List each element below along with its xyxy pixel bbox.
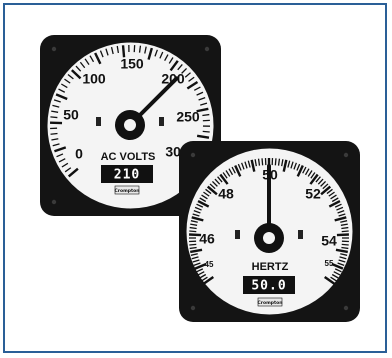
mounting-screw (51, 46, 57, 52)
scale-label: 50 (63, 107, 79, 123)
scale-tick (274, 158, 277, 166)
scale-label: 45 (205, 260, 214, 269)
unit-label: HERTZ (252, 261, 289, 273)
scale-tick (257, 158, 261, 166)
mounting-screw (51, 199, 57, 205)
scale-label: 54 (321, 233, 337, 249)
scale-tick (341, 246, 349, 250)
mounting-screw (190, 305, 196, 311)
brand-label: Crompton (258, 300, 283, 306)
mounting-screw (343, 305, 349, 311)
pivot-center (124, 119, 136, 131)
scale-label: 55 (325, 259, 334, 268)
scale-tick (189, 230, 197, 233)
scale-label: 52 (305, 186, 321, 202)
brand-label: Crompton (115, 188, 140, 194)
scale-tick (202, 113, 210, 117)
zero-adjust-clip (159, 117, 164, 126)
scale-tick (189, 226, 197, 230)
scale-tick (261, 158, 264, 166)
scale-label: 0 (75, 146, 83, 162)
scale-tick (189, 246, 197, 250)
scale-label: 48 (218, 186, 234, 202)
unit-label: AC VOLTS (101, 151, 156, 163)
zero-adjust-clip (96, 117, 101, 126)
scale-tick (189, 243, 197, 246)
scale-tick (277, 158, 281, 166)
lcd-reading: 210 (114, 168, 140, 183)
zero-adjust-clip (298, 230, 303, 239)
pivot-center (263, 232, 275, 244)
scale-tick (336, 233, 349, 237)
scale-label: 250 (176, 109, 200, 125)
scale-tick (341, 230, 349, 233)
scale-tick (341, 226, 349, 230)
scale-label: 100 (82, 71, 106, 87)
scale-tick (50, 116, 58, 119)
scale-label: 46 (199, 231, 215, 247)
zero-adjust-clip (235, 230, 240, 239)
scale-tick (138, 45, 142, 53)
scale-tick (50, 132, 58, 135)
mounting-screw (343, 152, 349, 158)
hertz-meter-graphic: 45 46 48 50 52 54 55 HERTZ 50.0 Crompton (179, 141, 360, 322)
mounting-screw (190, 152, 196, 158)
scale-tick (202, 130, 210, 133)
hertz-meter: 45 46 48 50 52 54 55 HERTZ 50.0 Crompton (177, 139, 362, 324)
scale-label: 150 (120, 56, 144, 72)
lcd-reading: 50.0 (251, 279, 286, 294)
scale-tick (341, 243, 349, 246)
mounting-screw (204, 46, 210, 52)
